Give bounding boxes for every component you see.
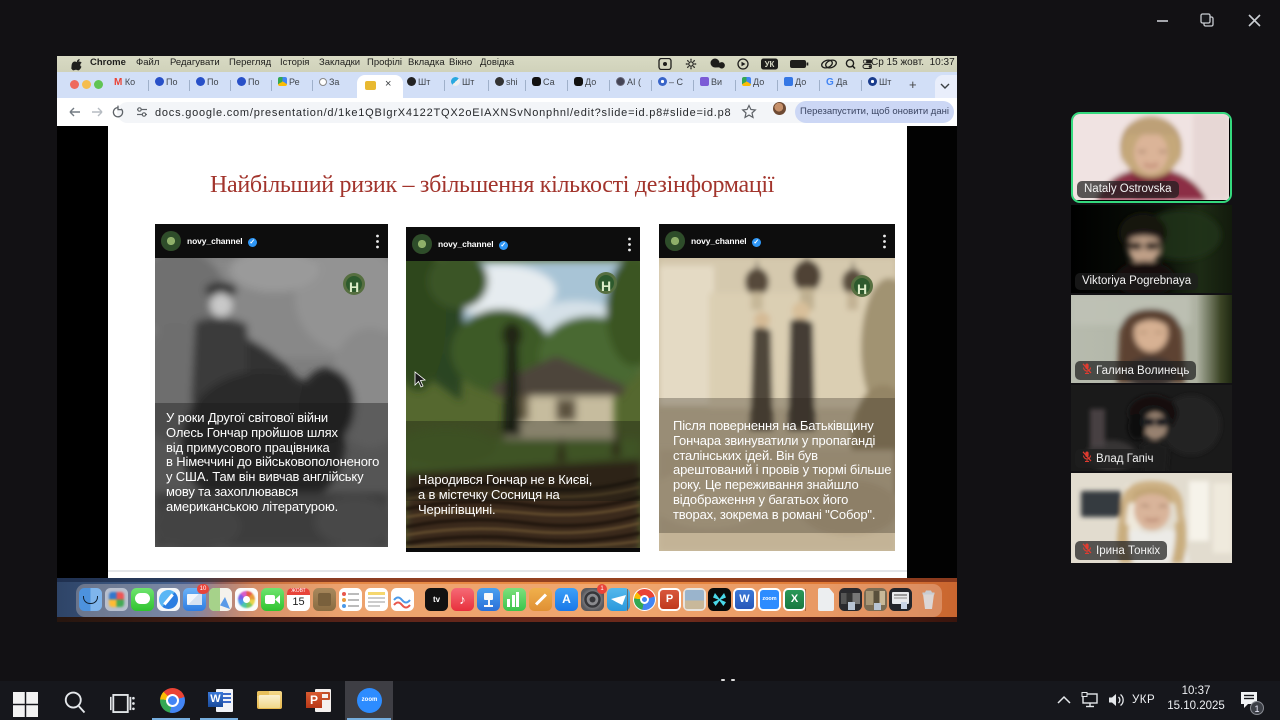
svg-text:УК: УК bbox=[765, 60, 775, 69]
